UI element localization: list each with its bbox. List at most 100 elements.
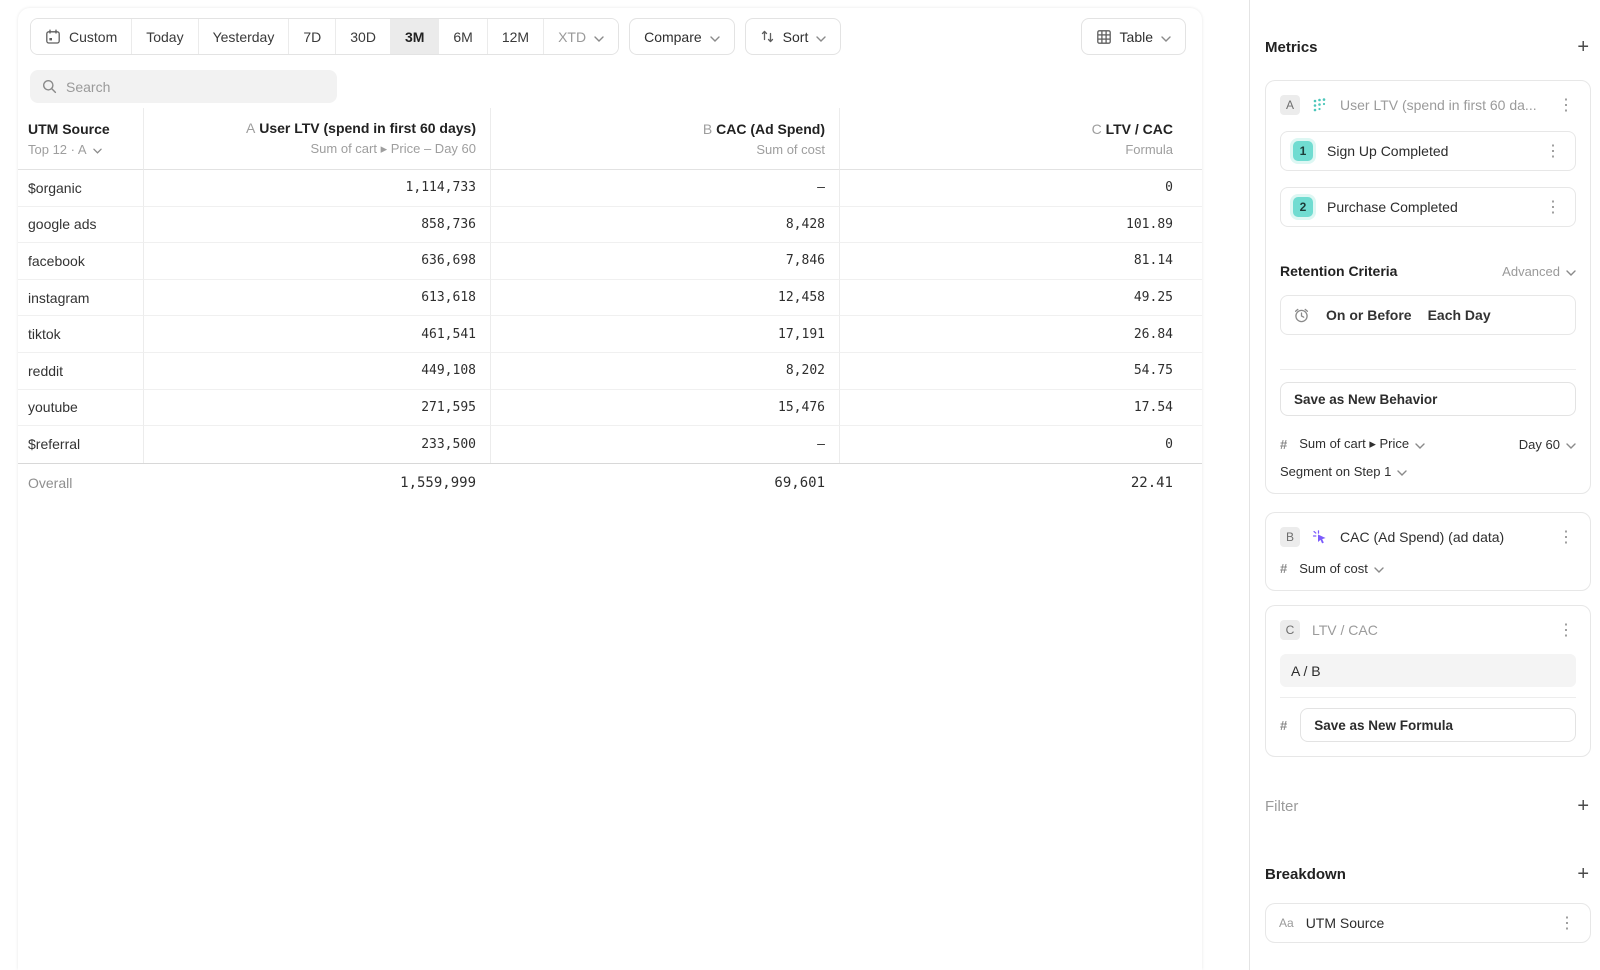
table-cell: 54.75 [839,353,1202,390]
row-limit-dropdown[interactable]: Top 12 · A [28,142,102,157]
divider [1280,697,1576,698]
view-type-table-dropdown[interactable]: Table [1081,18,1186,55]
kebab-menu-icon[interactable]: ⋮ [1556,95,1576,115]
chevron-down-icon [1566,437,1576,452]
save-as-new-formula-button[interactable]: Save as New Formula [1300,708,1576,742]
search-box[interactable] [30,70,337,103]
sum-of-cost-dropdown[interactable]: Sum of cost [1299,561,1384,576]
row-label[interactable]: tiktok [18,316,143,353]
table-cell: – [490,426,839,463]
range-30d-button[interactable]: 30D [336,19,391,54]
add-breakdown-button[interactable]: + [1575,864,1591,884]
metrics-title: Metrics [1265,39,1318,56]
search-input[interactable] [66,79,325,95]
row-label[interactable]: youtube [18,390,143,427]
chevron-down-icon [816,29,826,45]
kebab-menu-icon[interactable]: ⋮ [1556,527,1576,547]
segment-on-step-dropdown[interactable]: Segment on Step 1 [1280,464,1407,479]
range-6m-button[interactable]: 6M [439,19,487,54]
range-7d-button[interactable]: 7D [289,19,336,54]
range-3m-button[interactable]: 3M [391,19,439,54]
table-cell: 461,541 [143,316,490,353]
metric-c-title[interactable]: LTV / CAC [1312,622,1544,638]
filter-title: Filter [1265,798,1298,815]
numeric-type-icon: # [1280,561,1287,576]
divider [1280,369,1576,370]
breakdown-item-utm-source[interactable]: Aa UTM Source ⋮ [1265,903,1591,943]
table-cell: 8,428 [490,207,839,244]
retention-behavior-row[interactable]: On or Before Each Day [1280,295,1576,335]
behavior-condition-select[interactable]: On or Before [1326,307,1412,323]
range-12m-button[interactable]: 12M [488,19,544,54]
table-cell: 17,191 [490,316,839,353]
metric-badge-a: A [1280,95,1300,115]
range-yesterday-button[interactable]: Yesterday [199,19,290,54]
table-cell: 636,698 [143,243,490,280]
range-custom-button[interactable]: Custom [31,19,132,54]
funnel-step-2[interactable]: 2 Purchase Completed ⋮ [1280,187,1576,227]
table-cell: 271,595 [143,390,490,427]
chevron-down-icon [1415,437,1425,452]
table-cell: 1,114,733 [143,170,490,207]
metric-badge-b: B [1280,527,1300,547]
chevron-down-icon [594,29,604,45]
segment-row: Segment on Step 1 [1280,464,1576,479]
metric-a-title[interactable]: User LTV (spend in first 60 da... [1340,97,1544,113]
kebab-menu-icon[interactable]: ⋮ [1557,913,1577,933]
event-click-icon [1312,529,1328,545]
column-header-b[interactable]: B CAC (Ad Spend) Sum of cost [490,108,839,170]
funnel-step-1[interactable]: 1 Sign Up Completed ⋮ [1280,131,1576,171]
alarm-clock-icon [1293,307,1310,324]
step-number-badge: 2 [1293,197,1313,217]
metric-card-c: C LTV / CAC ⋮ A / B # Save as New Formul… [1265,605,1591,757]
kebab-menu-icon[interactable]: ⋮ [1556,620,1576,640]
table-cell: 8,202 [490,353,839,390]
table-cell: 0 [839,170,1202,207]
retention-criteria-header: Retention Criteria Advanced [1280,261,1576,281]
overall-cell: 1,559,999 [143,463,490,503]
range-label: Custom [69,29,117,45]
numeric-type-icon: # [1280,718,1287,733]
row-label[interactable]: google ads [18,207,143,244]
breakdown-title: Breakdown [1265,866,1346,883]
table-cell: 7,846 [490,243,839,280]
range-xtd-dropdown[interactable]: XTD [544,19,618,54]
formula-input[interactable]: A / B [1280,654,1576,687]
column-header-utm-source[interactable]: UTM Source Top 12 · A [18,108,143,170]
behavior-frequency-select[interactable]: Each Day [1428,307,1491,323]
table-cell: 0 [839,426,1202,463]
metric-b-title[interactable]: CAC (Ad Spend) (ad data) [1340,529,1544,545]
aggregation-row: # Sum of cart ▸ Price Day 60 [1280,436,1576,452]
column-header-c[interactable]: C LTV / CAC Formula [839,108,1202,170]
aggregation-property-dropdown[interactable]: Sum of cart ▸ Price [1299,436,1425,452]
add-filter-button[interactable]: + [1575,796,1591,816]
table-cell: – [490,170,839,207]
aggregation-row: # Sum of cost [1280,561,1576,576]
kebab-menu-icon[interactable]: ⋮ [1543,197,1563,217]
filter-section-header: Filter + [1265,795,1591,817]
chevron-down-icon [1566,264,1576,279]
table-cell: 233,500 [143,426,490,463]
compare-button[interactable]: Compare [629,18,735,55]
save-as-new-behavior-button[interactable]: Save as New Behavior [1280,382,1576,416]
metric-b-header: B CAC (Ad Spend) (ad data) ⋮ [1280,525,1576,549]
row-label[interactable]: facebook [18,243,143,280]
row-label[interactable]: $organic [18,170,143,207]
kebab-menu-icon[interactable]: ⋮ [1543,141,1563,161]
chevron-down-icon [1397,464,1407,479]
search-icon [42,79,57,94]
aggregation-window-dropdown[interactable]: Day 60 [1519,437,1576,452]
column-header-a[interactable]: A User LTV (spend in first 60 days) Sum … [143,108,490,170]
row-label[interactable]: reddit [18,353,143,390]
table-cell: 17.54 [839,390,1202,427]
metric-card-a: A User LTV (spend in first 60 da... ⋮ 1 … [1265,80,1591,494]
formula-save-row: # Save as New Formula [1280,708,1576,742]
range-today-button[interactable]: Today [132,19,198,54]
add-metric-button[interactable]: + [1575,37,1591,57]
sort-button[interactable]: Sort [745,18,842,55]
table-cell: 15,476 [490,390,839,427]
row-label[interactable]: instagram [18,280,143,317]
retention-mode-dropdown[interactable]: Advanced [1502,264,1576,279]
row-label[interactable]: $referral [18,426,143,463]
metrics-section-header: Metrics + [1265,36,1591,58]
